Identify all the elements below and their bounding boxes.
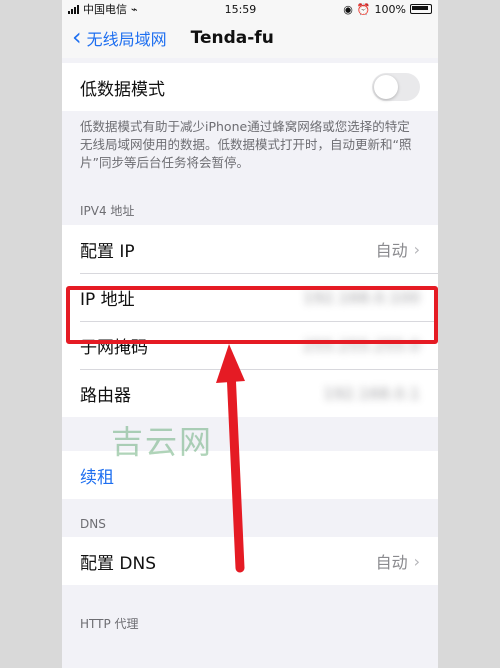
configure-ip-row[interactable]: 配置 IP 自动 ›	[62, 225, 438, 273]
chevron-right-icon: ›	[413, 239, 420, 259]
configure-ip-value: 自动	[375, 241, 408, 260]
clock: 15:59	[224, 2, 257, 16]
subnet-mask-row[interactable]: 子网掩码 255.255.255.0	[62, 321, 438, 369]
dns-section-header: DNS	[80, 517, 106, 531]
configure-ip-value-group: 自动 ›	[376, 237, 420, 261]
chevron-right-icon: ›	[413, 551, 420, 571]
low-data-mode-description: 低数据模式有助于减少iPhone通过蜂窝网络或您选择的特定无线局域网使用的数据。…	[80, 119, 412, 170]
configure-ip-label: 配置 IP	[80, 241, 135, 262]
renew-lease-label: 续租	[80, 467, 114, 488]
configure-dns-label: 配置 DNS	[80, 553, 157, 574]
low-data-mode-label: 低数据模式	[80, 79, 165, 100]
ip-address-row[interactable]: IP 地址 192.168.0.100	[62, 273, 438, 321]
subnet-mask-value: 255.255.255.0	[302, 335, 420, 355]
configure-dns-value-group: 自动 ›	[376, 549, 420, 573]
router-row[interactable]: 路由器 192.168.0.1	[62, 369, 438, 417]
configure-dns-value: 自动	[375, 553, 408, 572]
status-bar: 中国电信 ⌁ 15:59 ◉ ⏰ 100%	[62, 0, 438, 18]
configure-dns-row[interactable]: 配置 DNS 自动 ›	[62, 537, 438, 585]
back-button[interactable]: ‹ 无线局域网	[72, 23, 167, 51]
toggle-knob	[374, 75, 398, 99]
back-label: 无线局域网	[86, 30, 167, 49]
ipv4-section-header: IPV4 地址	[80, 204, 135, 218]
router-label: 路由器	[80, 385, 131, 406]
battery-icon	[410, 4, 432, 14]
navigation-bar: ‹ 无线局域网 Tenda-fu	[62, 18, 438, 58]
page-title: Tenda-fu	[190, 28, 274, 48]
http-proxy-section-header: HTTP 代理	[80, 617, 139, 631]
ip-address-value: 192.168.0.100	[302, 287, 420, 307]
battery-percent: 100%	[374, 2, 406, 16]
low-data-mode-toggle[interactable]	[372, 73, 420, 101]
low-data-mode-row[interactable]: 低数据模式	[62, 63, 438, 111]
router-value: 192.168.0.1	[323, 383, 420, 403]
ip-address-label: IP 地址	[80, 289, 135, 310]
status-left: 中国电信 ⌁	[68, 1, 138, 17]
subnet-mask-label: 子网掩码	[80, 337, 148, 358]
rotation-lock-icon: ◉	[343, 2, 353, 16]
carrier-label: 中国电信	[83, 3, 127, 16]
chevron-left-icon: ‹	[72, 23, 82, 51]
phone-screen: 中国电信 ⌁ 15:59 ◉ ⏰ 100% ‹ 无线局域网 Tenda-fu 低…	[62, 0, 438, 668]
wifi-icon: ⌁	[131, 2, 138, 16]
signal-icon	[68, 4, 79, 14]
renew-lease-row[interactable]: 续租	[62, 451, 438, 499]
alarm-icon: ⏰	[356, 2, 371, 16]
status-right: ◉ ⏰ 100%	[343, 3, 432, 16]
